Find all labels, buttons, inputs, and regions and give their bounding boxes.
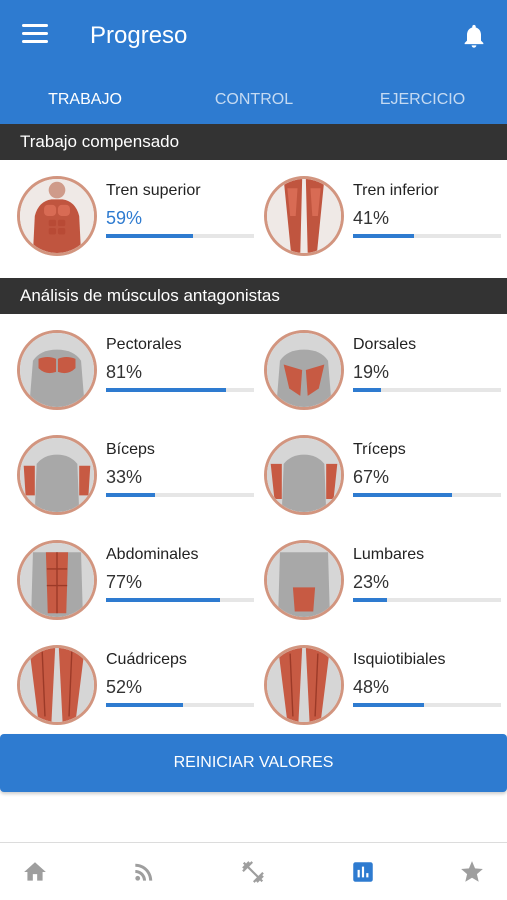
progress-bar-fill bbox=[353, 388, 382, 392]
abdominals-icon bbox=[17, 540, 97, 620]
reset-values-button[interactable]: REINICIAR VALORES bbox=[0, 734, 507, 792]
lumbar-icon bbox=[264, 540, 344, 620]
item-percentage: 81% bbox=[106, 362, 143, 382]
progress-bar-fill bbox=[353, 703, 425, 707]
progress-bar-fill bbox=[353, 234, 414, 238]
biceps-icon bbox=[17, 435, 97, 515]
home-icon[interactable] bbox=[22, 859, 48, 885]
item-label: Cuádriceps bbox=[106, 651, 187, 668]
progress-bar-fill bbox=[353, 598, 388, 602]
notification-bell-icon[interactable] bbox=[460, 22, 488, 50]
item-lower-body[interactable]: Tren inferior 41% bbox=[264, 176, 504, 260]
progress-bar bbox=[106, 493, 254, 497]
star-icon[interactable] bbox=[459, 859, 485, 885]
dorsals-icon bbox=[264, 330, 344, 410]
item-percentage: 67% bbox=[353, 467, 390, 487]
item-percentage: 48% bbox=[353, 677, 390, 697]
item-label: Abdominales bbox=[106, 546, 199, 563]
progress-bar-fill bbox=[106, 234, 194, 238]
item-abdominals[interactable]: Abdominales 77% bbox=[17, 540, 257, 624]
menu-icon-line bbox=[22, 32, 48, 35]
progress-bar bbox=[353, 703, 501, 707]
item-label: Tríceps bbox=[353, 441, 406, 458]
item-biceps[interactable]: Bíceps 33% bbox=[17, 435, 257, 519]
item-label: Pectorales bbox=[106, 336, 182, 353]
upper-body-muscles-icon bbox=[17, 176, 97, 256]
pectorals-icon bbox=[17, 330, 97, 410]
item-label: Tren superior bbox=[106, 182, 201, 199]
tab-trabajo[interactable]: TRABAJO bbox=[0, 72, 170, 128]
item-percentage: 41% bbox=[353, 208, 390, 228]
item-label: Bíceps bbox=[106, 441, 155, 458]
item-label: Dorsales bbox=[353, 336, 417, 353]
progress-bar bbox=[106, 388, 254, 392]
item-percentage: 33% bbox=[106, 467, 143, 487]
tab-bar: TRABAJO CONTROL EJERCICIO bbox=[0, 72, 507, 128]
progress-bar-fill bbox=[106, 493, 155, 497]
item-percentage: 52% bbox=[106, 677, 143, 697]
item-hamstrings[interactable]: Isquiotibiales 48% bbox=[264, 645, 504, 729]
item-label: Tren inferior bbox=[353, 182, 439, 199]
tab-ejercicio[interactable]: EJERCICIO bbox=[338, 72, 507, 128]
item-percentage: 59% bbox=[106, 208, 143, 228]
item-triceps[interactable]: Tríceps 67% bbox=[264, 435, 504, 519]
item-quadriceps[interactable]: Cuádriceps 52% bbox=[17, 645, 257, 729]
progress-bar-fill bbox=[353, 493, 453, 497]
section-header-compensated: Trabajo compensado bbox=[0, 124, 507, 160]
page-title: Progreso bbox=[90, 22, 188, 49]
progress-bar-fill bbox=[106, 388, 226, 392]
triceps-icon bbox=[264, 435, 344, 515]
stats-icon[interactable] bbox=[350, 859, 376, 885]
progress-bar bbox=[353, 234, 501, 238]
item-dorsals[interactable]: Dorsales 19% bbox=[264, 330, 504, 414]
menu-button[interactable] bbox=[22, 24, 48, 46]
item-label: Isquiotibiales bbox=[353, 651, 446, 668]
progress-bar bbox=[353, 598, 501, 602]
progress-bar bbox=[106, 234, 254, 238]
item-upper-body[interactable]: Tren superior 59% bbox=[17, 176, 257, 260]
item-pectorals[interactable]: Pectorales 81% bbox=[17, 330, 257, 414]
progress-bar-fill bbox=[106, 703, 183, 707]
bottom-navigation bbox=[0, 842, 507, 900]
item-percentage: 19% bbox=[353, 362, 390, 382]
app-bar: Progreso TRABAJO CONTROL EJERCICIO bbox=[0, 0, 507, 128]
quadriceps-icon bbox=[17, 645, 97, 725]
feed-icon[interactable] bbox=[131, 859, 157, 885]
item-lumbar[interactable]: Lumbares 23% bbox=[264, 540, 504, 624]
progress-bar-fill bbox=[106, 598, 220, 602]
progress-bar bbox=[106, 703, 254, 707]
menu-icon-line bbox=[22, 40, 48, 43]
menu-icon-line bbox=[22, 24, 48, 27]
tab-control[interactable]: CONTROL bbox=[170, 72, 338, 128]
section-header-antagonists: Análisis de músculos antagonistas bbox=[0, 278, 507, 314]
progress-bar bbox=[106, 598, 254, 602]
item-percentage: 23% bbox=[353, 572, 390, 592]
lower-body-muscles-icon bbox=[264, 176, 344, 256]
exercise-icon[interactable] bbox=[240, 859, 266, 885]
progress-bar bbox=[353, 388, 501, 392]
progress-bar bbox=[353, 493, 501, 497]
item-percentage: 77% bbox=[106, 572, 143, 592]
item-label: Lumbares bbox=[353, 546, 425, 563]
hamstrings-icon bbox=[264, 645, 344, 725]
